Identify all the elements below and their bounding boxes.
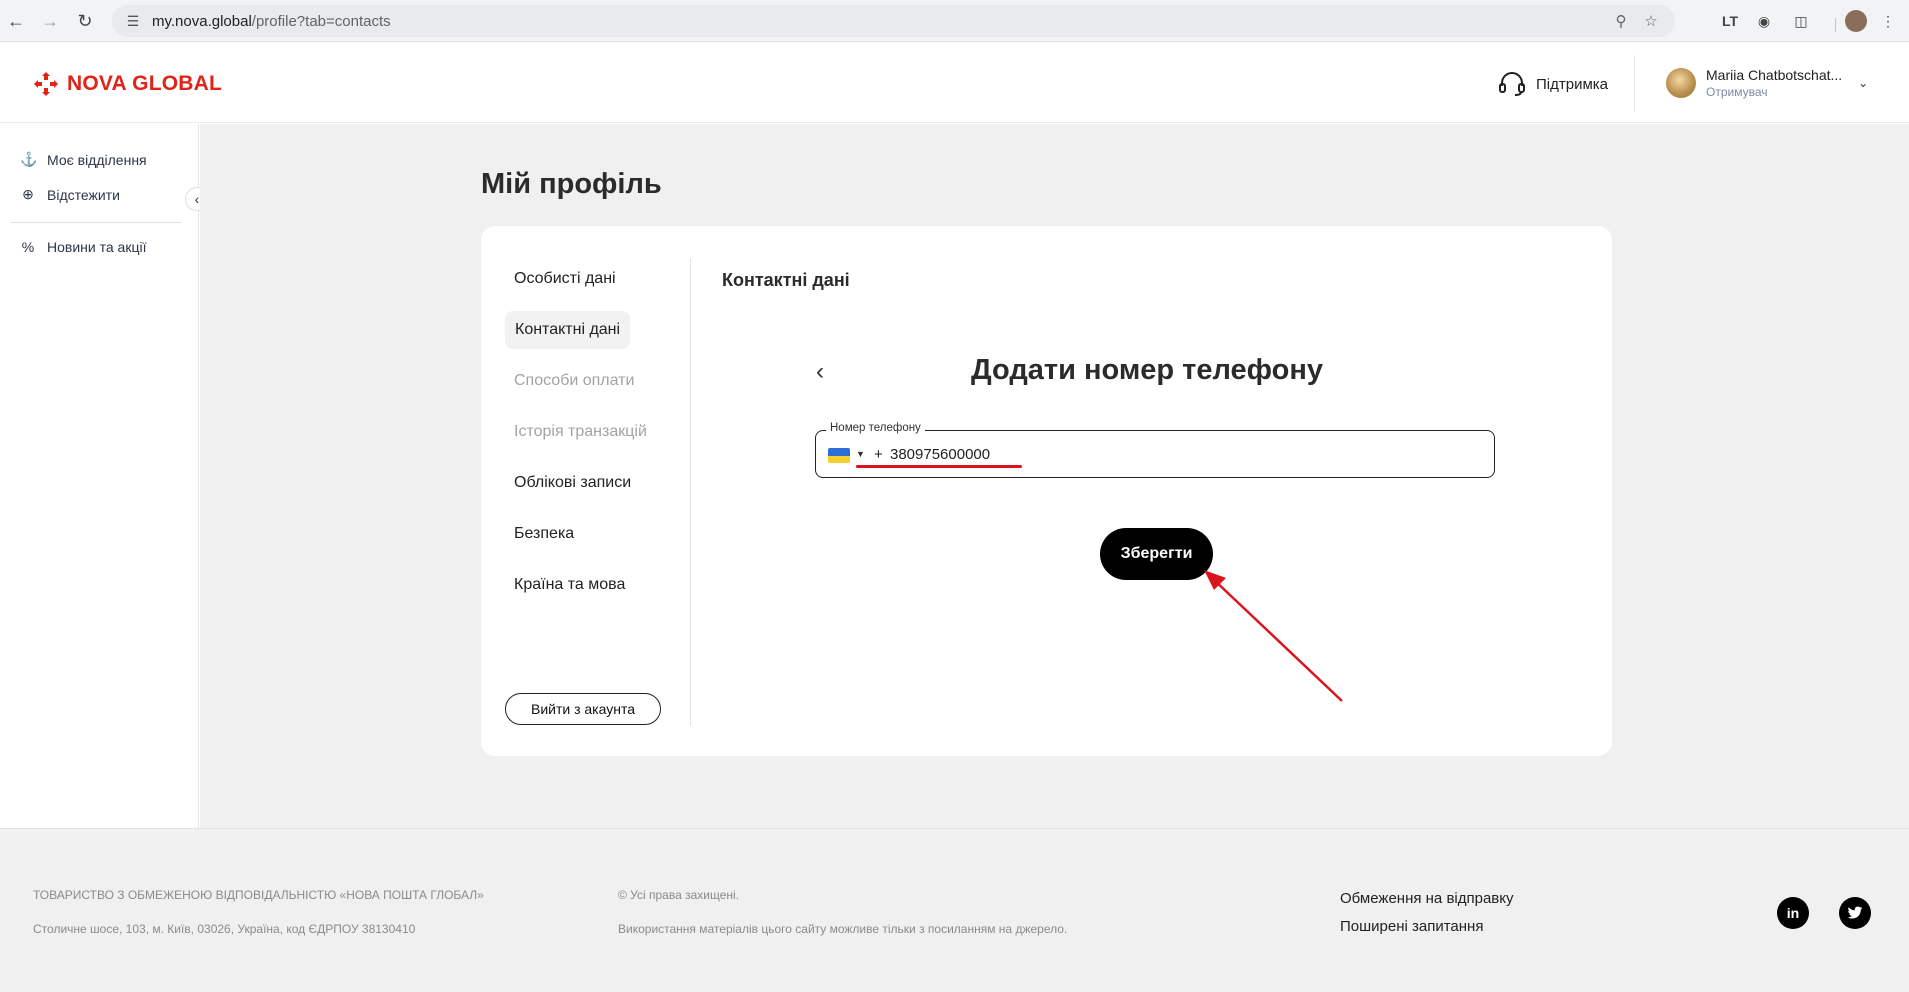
browser-profile-avatar[interactable] [1845,10,1867,32]
url-host: my.nova.global [152,12,252,30]
sidebar-item-label: Моє відділення [47,151,147,168]
user-info: Mariia Chatbotschat... Отримувач [1706,67,1842,99]
browser-toolbar: ← → ↻ ☰ my.nova.global/profile?tab=conta… [0,0,1909,42]
user-avatar [1666,68,1696,98]
profile-card: Особисті дані Контактні дані Способи опл… [481,226,1612,756]
key-icon[interactable]: ⚲ [1611,11,1631,31]
chevron-down-icon: ⌄ [1858,76,1869,90]
twitter-icon[interactable] [1839,897,1871,929]
url-text: my.nova.global/profile?tab=contacts [152,13,391,30]
toolbar-divider [1835,18,1836,32]
sidebar-item-label: Новини та акції [47,239,147,255]
sidebar-item-track[interactable]: ⊕ Відстежити [20,186,120,203]
tab-country-language[interactable]: Країна та мова [514,576,625,594]
user-role: Отримувач [1706,85,1768,99]
tab-personal-data[interactable]: Особисті дані [514,270,616,288]
country-dropdown-icon[interactable]: ▼ [856,449,865,459]
phone-field[interactable]: Номер телефону ▼ + 380975600000 [815,422,1495,478]
footer-rights: © Усі права захищені. [618,888,740,902]
back-arrow-icon[interactable]: ← [4,9,28,33]
percent-icon: % [21,239,35,255]
sidebar-divider [10,222,182,223]
forward-arrow-icon[interactable]: → [38,9,62,33]
sidebar-item-my-branch[interactable]: ⚓ Моє відділення [20,151,147,168]
phone-field-label: Номер телефону [826,422,925,434]
site-header: NOVA GLOBAL Підтримка Mariia Chatbotscha… [0,43,1909,123]
footer-usage-note: Використання матеріалів цього сайту можл… [618,922,1068,936]
extensions-puzzle-icon[interactable]: ◫ [1790,10,1812,32]
support-link[interactable]: Підтримка [1498,71,1608,97]
address-bar[interactable]: ☰ my.nova.global/profile?tab=contacts ⚲ … [112,5,1675,37]
section-title: Контактні дані [722,270,850,290]
footer-link-faq[interactable]: Поширені запитання [1340,918,1483,935]
ukraine-flag-icon[interactable] [828,448,850,463]
header-divider [1634,55,1635,111]
sidebar-item-news[interactable]: % Новини та акції [20,239,147,255]
headset-icon [1499,72,1525,96]
camera-icon[interactable]: ◉ [1753,10,1775,32]
linkedin-icon[interactable]: in [1777,897,1809,929]
save-button[interactable]: Зберегти [1100,528,1213,580]
chevron-left-icon: ‹ [194,191,200,207]
logout-button[interactable]: Вийти з акаунта [505,693,661,725]
tab-payment-methods: Способи оплати [514,372,635,389]
page-title: Мій профіль [481,168,662,200]
tab-contact-data[interactable]: Контактні дані [505,311,631,349]
footer-link-shipping-restrictions[interactable]: Обмеження на відправку [1340,890,1514,907]
nova-global-logo[interactable]: NOVA GLOBAL [33,71,222,97]
footer-address: Столичне шосе, 103, м. Київ, 03026, Укра… [33,922,416,936]
logo-text: NOVA GLOBAL [67,72,223,95]
tab-transaction-history: Історія транзакцій [514,423,647,440]
phone-input[interactable]: 380975600000 [890,446,990,463]
user-menu[interactable]: Mariia Chatbotschat... Отримувач ⌄ [1666,67,1868,99]
support-label: Підтримка [1536,75,1609,93]
user-name: Mariia Chatbotschat... [1706,67,1843,83]
url-path: /profile?tab=contacts [251,12,391,30]
logo-mark-icon [34,72,58,96]
annotation-underline [856,465,1022,468]
card-divider [690,258,691,726]
extension-icon[interactable]: LT [1719,10,1741,32]
reload-icon[interactable]: ↻ [73,9,97,33]
back-chevron-icon[interactable]: ‹ [816,358,824,386]
footer-company: ТОВАРИСТВО З ОБМЕЖЕНОЮ ВІДПОВІДАЛЬНІСТЮ … [33,888,484,902]
sidebar: ⚓ Моє відділення ⊕ Відстежити % Новини т… [0,124,199,828]
parcel-icon: ⚓ [20,151,38,167]
browser-menu-icon[interactable]: ⋮ [1877,10,1899,32]
annotation-arrow-icon [1204,570,1343,702]
site-footer: ТОВАРИСТВО З ОБМЕЖЕНОЮ ВІДПОВІДАЛЬНІСТЮ … [0,828,1909,992]
tab-accounts[interactable]: Облікові записи [514,474,631,492]
track-icon: ⊕ [22,186,34,202]
sidebar-item-label: Відстежити [47,186,120,203]
phone-prefix: + [874,446,883,463]
form-title: Додати номер телефону [971,354,1324,386]
bookmark-star-icon[interactable]: ☆ [1641,11,1661,31]
site-settings-icon[interactable]: ☰ [124,12,142,30]
tab-security[interactable]: Безпека [514,525,574,543]
